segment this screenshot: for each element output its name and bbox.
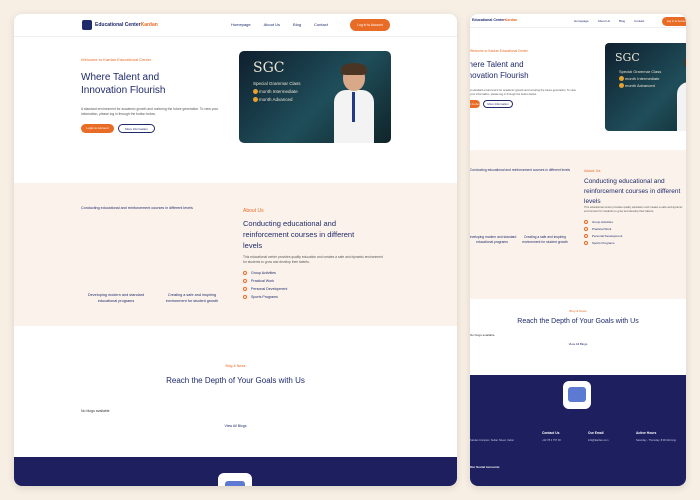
welcome-text: Welcome to Kardan Educational Center: [81, 57, 152, 62]
footer: Kardan Complex, Sultan Street, Kabul Con…: [470, 375, 686, 486]
nav-link-homepage[interactable]: Homepage: [574, 19, 589, 23]
logo-icon[interactable]: [82, 20, 92, 30]
hero-title: Where Talent and Innovation Flourish: [81, 72, 166, 96]
feature-item: Group Activities: [243, 271, 276, 275]
check-icon: [584, 227, 588, 231]
navbar: Educational CenterKardan Homepage About …: [14, 14, 457, 37]
card-caption-1: Developing modern and standard education…: [87, 293, 145, 303]
about-description: This educational center provides quality…: [243, 255, 383, 264]
banner-dot-2: 3: [253, 97, 258, 103]
blog-section: Blog & News Reach the Depth of Your Goal…: [470, 299, 686, 375]
feature-item: Sports Programs: [243, 295, 278, 299]
hero-description: A standard environment for academic grow…: [470, 89, 576, 96]
hero-banner-image: SGC Special Grammar Class 1month Interme…: [605, 43, 686, 131]
blog-title: Reach the Depth of Your Goals with Us: [517, 318, 639, 325]
card-caption-2: Creating a safe and inspiring environmen…: [522, 235, 568, 244]
nav-link-about[interactable]: About Us: [264, 22, 280, 27]
nav-link-contact[interactable]: Contact: [314, 22, 328, 27]
no-blogs-text: No blogs available: [470, 333, 495, 337]
banner-dot-1: 1: [619, 76, 624, 82]
feature-item: Practical Work: [584, 227, 611, 231]
footer-social-title: Our Social Accounts: [470, 465, 500, 469]
scrolled-window: Educational CenterKardan Homepage About …: [470, 14, 686, 486]
brand-name[interactable]: Educational CenterKardan: [95, 22, 158, 28]
hero-section: Welcome to Kardan Educational Center Whe…: [470, 28, 686, 150]
banner-logo: SGC: [615, 51, 640, 64]
footer-email-title: Our Email: [588, 431, 604, 435]
nav-link-homepage[interactable]: Homepage: [231, 22, 251, 27]
nav-link-contact[interactable]: Contact: [634, 19, 644, 23]
footer: [14, 457, 457, 486]
welcome-text: Welcome to Kardan Educational Center: [470, 49, 528, 53]
banner-line-1: 1month Intermediate: [619, 76, 659, 82]
banner-subtitle: Special Grammar Class: [619, 69, 662, 74]
feature-item: Sports Programs: [584, 241, 615, 245]
banner-line-2: 3month Advanced: [253, 97, 293, 103]
check-icon: [584, 220, 588, 224]
banner-dot-1: 1: [253, 89, 258, 95]
banner-subtitle: Special Grammar Class: [253, 81, 301, 86]
banner-line-1: 1month Intermediate: [253, 89, 298, 95]
more-info-button[interactable]: More Information: [118, 124, 155, 133]
navbar: Educational CenterKardan Homepage About …: [470, 14, 686, 28]
hero-section: Welcome to Kardan Educational Center Whe…: [14, 37, 457, 183]
blog-title: Reach the Depth of Your Goals with Us: [166, 376, 305, 385]
footer-email[interactable]: info@kardan.com: [588, 439, 608, 442]
brand-name[interactable]: Educational CenterKardan: [472, 18, 517, 22]
footer-phone[interactable]: +93 78 4 757 00: [542, 439, 561, 442]
check-icon: [243, 271, 247, 275]
about-title: Conducting educational and reinforcement…: [584, 178, 681, 205]
check-icon: [243, 295, 247, 299]
about-tag: About Us: [584, 168, 601, 173]
blog-tag: Blog & News: [225, 364, 246, 368]
feature-item: Personal Development: [584, 234, 622, 238]
no-blogs-text: No blogs available: [81, 409, 110, 413]
more-info-button[interactable]: More Information: [483, 100, 513, 108]
hero-title: Where Talent and Innovation Flourish: [470, 60, 529, 80]
about-image-caption: Conducting educational and reinforcement…: [81, 206, 193, 210]
check-icon: [584, 241, 588, 245]
hero-banner-image: SGC Special Grammar Class 1month Interme…: [239, 51, 391, 143]
about-section: Conducting educational and reinforcement…: [14, 183, 457, 326]
footer-hours: Saturday - Thursday, 8:00 Morning: [636, 439, 676, 442]
about-tag: About Us: [243, 208, 264, 214]
about-section: Conducting educational and reinforcement…: [470, 150, 686, 299]
student-photo: [677, 55, 686, 131]
hero-description: A standard environment for academic grow…: [81, 107, 219, 116]
view-all-blogs-link[interactable]: View All Blogs: [14, 424, 457, 428]
student-photo: [334, 63, 374, 143]
login-button[interactable]: Log in to Account: [662, 17, 686, 26]
blog-section: Blog & News Reach the Depth of Your Goal…: [14, 326, 457, 457]
view-all-blogs-link[interactable]: View All Blogs: [470, 342, 686, 346]
footer-contact-title: Contact Us: [542, 431, 560, 435]
desktop-window: Educational CenterKardan Homepage About …: [14, 14, 457, 486]
banner-line-2: 3month Advanced: [619, 83, 655, 89]
login-account-button[interactable]: Login to Account: [470, 100, 480, 108]
nav-link-blog[interactable]: Blog: [619, 19, 625, 23]
check-icon: [243, 279, 247, 283]
feature-item: Practical Work: [243, 279, 274, 283]
footer-address: Kardan Complex, Sultan Street, Kabul: [470, 439, 514, 442]
about-title: Conducting educational and reinforcement…: [243, 219, 355, 250]
check-icon: [243, 287, 247, 291]
about-description: This educational center provides quality…: [584, 206, 683, 213]
footer-logo-icon: [218, 473, 252, 486]
banner-logo: SGC: [253, 60, 285, 76]
login-button[interactable]: Log in to Account: [350, 19, 390, 31]
blog-tag: Blog & News: [569, 309, 587, 313]
card-caption-2: Creating a safe and inspiring environmen…: [165, 293, 219, 303]
footer-logo-icon: [563, 381, 591, 409]
footer-hours-title: Active Hours: [636, 431, 657, 435]
feature-item: Group Activities: [584, 220, 613, 224]
nav-link-about[interactable]: About Us: [598, 19, 610, 23]
banner-dot-2: 3: [619, 83, 624, 89]
nav-link-blog[interactable]: Blog: [293, 22, 301, 27]
about-image-caption: Conducting educational and reinforcement…: [470, 168, 571, 172]
feature-item: Personal Development: [243, 287, 287, 291]
check-icon: [584, 234, 588, 238]
nav-links: Homepage About Us Blog Contact: [231, 22, 328, 27]
nav-links: Homepage About Us Blog Contact: [574, 19, 644, 23]
login-account-button[interactable]: Login to Account: [81, 124, 114, 133]
